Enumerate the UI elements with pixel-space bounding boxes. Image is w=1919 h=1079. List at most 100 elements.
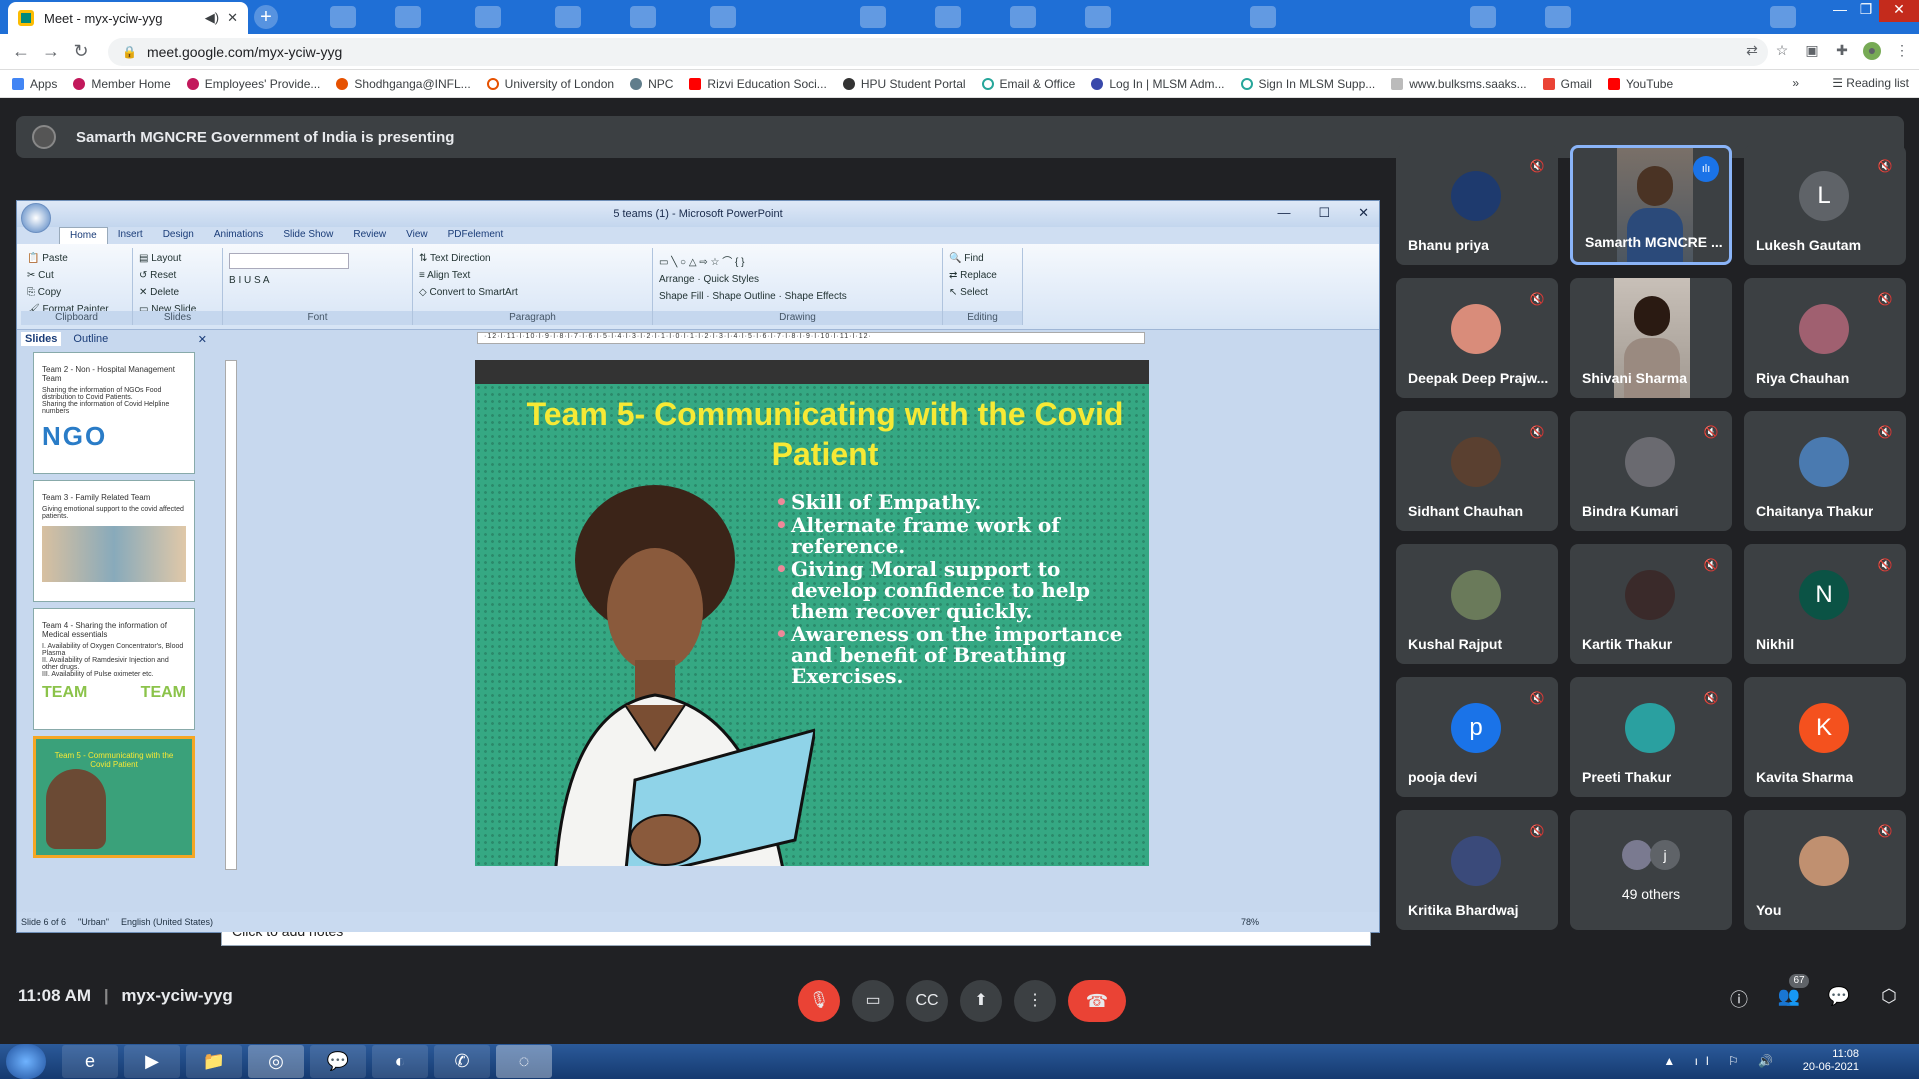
lock-icon[interactable]: 🔒	[122, 45, 137, 59]
participant-tile[interactable]: 🔇 p pooja devi	[1396, 677, 1558, 797]
ribbon-tab-home[interactable]: Home	[59, 227, 108, 244]
file-explorer-icon[interactable]: 📁	[186, 1045, 242, 1078]
tab-icon[interactable]	[1085, 6, 1111, 28]
ribbon-tab-review[interactable]: Review	[343, 227, 396, 244]
whatsapp-icon[interactable]: ✆	[434, 1045, 490, 1078]
font-format-buttons[interactable]: B I U S A	[229, 275, 406, 286]
pdf-tab-icon[interactable]	[1545, 6, 1571, 28]
edge-icon[interactable]: ◐	[372, 1045, 428, 1078]
bookmark-youtube[interactable]: YouTube	[1607, 77, 1673, 91]
participant-tile[interactable]: 🔇 Kritika Bhardwaj	[1396, 810, 1558, 930]
bookmark-item[interactable]: Employees' Provide...	[186, 77, 320, 91]
tab-slides[interactable]: Slides	[21, 332, 62, 346]
slide-thumbnail-selected[interactable]: 6 Team 5 - Communicating with the Covid …	[33, 736, 195, 858]
others-tile[interactable]: j 49 others	[1570, 810, 1732, 930]
bookmark-item[interactable]: Member Home	[73, 77, 171, 91]
tab-icon[interactable]	[710, 6, 736, 28]
participant-tile[interactable]: 🔇 Sidhant Chauhan	[1396, 411, 1558, 531]
copy-button[interactable]: ⎘ Copy	[27, 287, 126, 298]
bookmark-item[interactable]: Sign In MLSM Supp...	[1240, 77, 1375, 91]
participant-tile[interactable]: K Kavita Sharma	[1744, 677, 1906, 797]
ribbon-tab-design[interactable]: Design	[153, 227, 204, 244]
camera-button[interactable]: ▭	[852, 980, 894, 1022]
speaker-icon[interactable]: ◀)	[205, 10, 219, 26]
start-button[interactable]	[6, 1044, 46, 1079]
bookmark-item[interactable]: HPU Student Portal	[842, 77, 966, 91]
participant-tile[interactable]: 🔇 Bhanu priya	[1396, 145, 1558, 265]
browser-tab-meet[interactable]: Meet - myx-yciw-yyg ◀) ✕	[8, 2, 248, 34]
participant-tile[interactable]: 🔇 N Nikhil	[1744, 544, 1906, 664]
participant-tile[interactable]: 🔇 Riya Chauhan	[1744, 278, 1906, 398]
profile-avatar-icon[interactable]: ●	[1863, 42, 1881, 60]
participant-tile-self[interactable]: 🔇 You	[1744, 810, 1906, 930]
slide-thumbnail[interactable]: 3 Team 2 - Non - Hospital Management Tea…	[33, 352, 195, 474]
translate-icon[interactable]: ⇄	[1743, 42, 1761, 60]
bookmark-item[interactable]: www.bulksms.saaks...	[1391, 77, 1527, 91]
bookmark-gmail[interactable]: Gmail	[1542, 77, 1592, 91]
bookmark-apps[interactable]: Apps	[12, 77, 57, 91]
participant-tile-speaking[interactable]: ılı Samarth MGNCRE ...	[1570, 145, 1732, 265]
participant-tile[interactable]: 🔇 Kartik Thakur	[1570, 544, 1732, 664]
arrange-button[interactable]: Arrange · Quick Styles	[659, 274, 936, 285]
mic-off-button[interactable]: 🎙	[798, 980, 840, 1022]
participant-tile[interactable]: 🔇 Bindra Kumari	[1570, 411, 1732, 531]
bookmark-item[interactable]: Email & Office	[981, 77, 1075, 91]
participant-tile[interactable]: 🔇 Preeti Thakur	[1570, 677, 1732, 797]
find-button[interactable]: 🔍 Find	[949, 253, 1016, 264]
layout-button[interactable]: ▤ Layout	[139, 253, 216, 264]
cut-button[interactable]: ✂ Cut	[27, 270, 126, 281]
bookmarks-overflow-icon[interactable]: »	[1792, 76, 1799, 90]
reload-icon[interactable]: ↻	[66, 41, 96, 62]
chat-icon[interactable]: 💬	[1827, 986, 1851, 1010]
text-direction-button[interactable]: ⇅ Text Direction	[419, 253, 646, 264]
paste-button[interactable]: 📋 Paste	[27, 253, 126, 264]
participant-tile[interactable]: Kushal Rajput	[1396, 544, 1558, 664]
shapes-gallery[interactable]: ▭ ╲ ○ △ ⇨ ☆ ⌒ { }	[659, 253, 936, 268]
tab-outline[interactable]: Outline	[73, 333, 108, 345]
new-tab-button[interactable]: +	[254, 5, 278, 29]
bookmark-item[interactable]: Rizvi Education Soci...	[689, 77, 827, 91]
delete-slide-button[interactable]: ✕ Delete	[139, 287, 216, 298]
replace-button[interactable]: ⇄ Replace	[949, 270, 1016, 281]
media-player-icon[interactable]: ▶	[124, 1045, 180, 1078]
reading-list-button[interactable]: ☰ Reading list	[1832, 76, 1909, 90]
language[interactable]: English (United States)	[121, 917, 213, 927]
close-icon[interactable]: ✕	[1358, 205, 1369, 221]
chat-app-icon[interactable]: 💬	[310, 1045, 366, 1078]
bookmark-item[interactable]: NPC	[630, 77, 673, 91]
bookmark-star-icon[interactable]: ☆	[1773, 42, 1791, 60]
participant-tile[interactable]: Shivani Sharma	[1570, 278, 1732, 398]
tab-close-icon[interactable]: ✕	[227, 10, 238, 26]
bookmark-item[interactable]: Log In | MLSM Adm...	[1091, 77, 1225, 91]
ribbon-tab-pdfelement[interactable]: PDFelement	[438, 227, 514, 244]
menu-kebab-icon[interactable]: ⋮	[1893, 42, 1911, 60]
internet-explorer-icon[interactable]: e	[62, 1045, 118, 1078]
system-clock[interactable]: 11:08 20-06-2021	[1803, 1048, 1859, 1074]
bookmark-item[interactable]: Shodhganga@INFL...	[336, 77, 471, 91]
slide-thumbnail[interactable]: 4 Team 3 - Family Related Team Giving em…	[33, 480, 195, 602]
more-options-icon[interactable]: ⋮	[1014, 980, 1056, 1022]
leave-call-button[interactable]: ☎	[1068, 980, 1126, 1022]
pdf-tab-icon[interactable]	[860, 6, 886, 28]
bookmark-item[interactable]: University of London	[486, 77, 614, 91]
zoom-level[interactable]: 78%	[1241, 917, 1259, 927]
pdf-tab-icon[interactable]	[555, 6, 581, 28]
app-icon[interactable]: ◌	[496, 1045, 552, 1078]
activities-icon[interactable]: ⬡	[1877, 986, 1901, 1010]
chrome-icon[interactable]: ◎	[248, 1045, 304, 1078]
pdf-tab-icon[interactable]	[1470, 6, 1496, 28]
office-button-icon[interactable]	[21, 203, 51, 233]
tab-icon[interactable]	[935, 6, 961, 28]
captions-button[interactable]: CC	[906, 980, 948, 1022]
forward-arrow-icon[interactable]: →	[36, 41, 66, 62]
minimize-icon[interactable]: —	[1277, 205, 1290, 221]
whatsapp-tab-icon[interactable]	[630, 6, 656, 28]
participant-tile[interactable]: 🔇 L Lukesh Gautam	[1744, 145, 1906, 265]
font-name-select[interactable]	[229, 253, 349, 269]
minimize-icon[interactable]: —	[1827, 0, 1853, 22]
restore-icon[interactable]: ❐	[1853, 0, 1879, 22]
tab-icon[interactable]	[475, 6, 501, 28]
back-arrow-icon[interactable]: ←	[6, 41, 36, 62]
reset-button[interactable]: ↺ Reset	[139, 270, 216, 281]
people-icon[interactable]: 👥 67	[1777, 974, 1809, 1010]
